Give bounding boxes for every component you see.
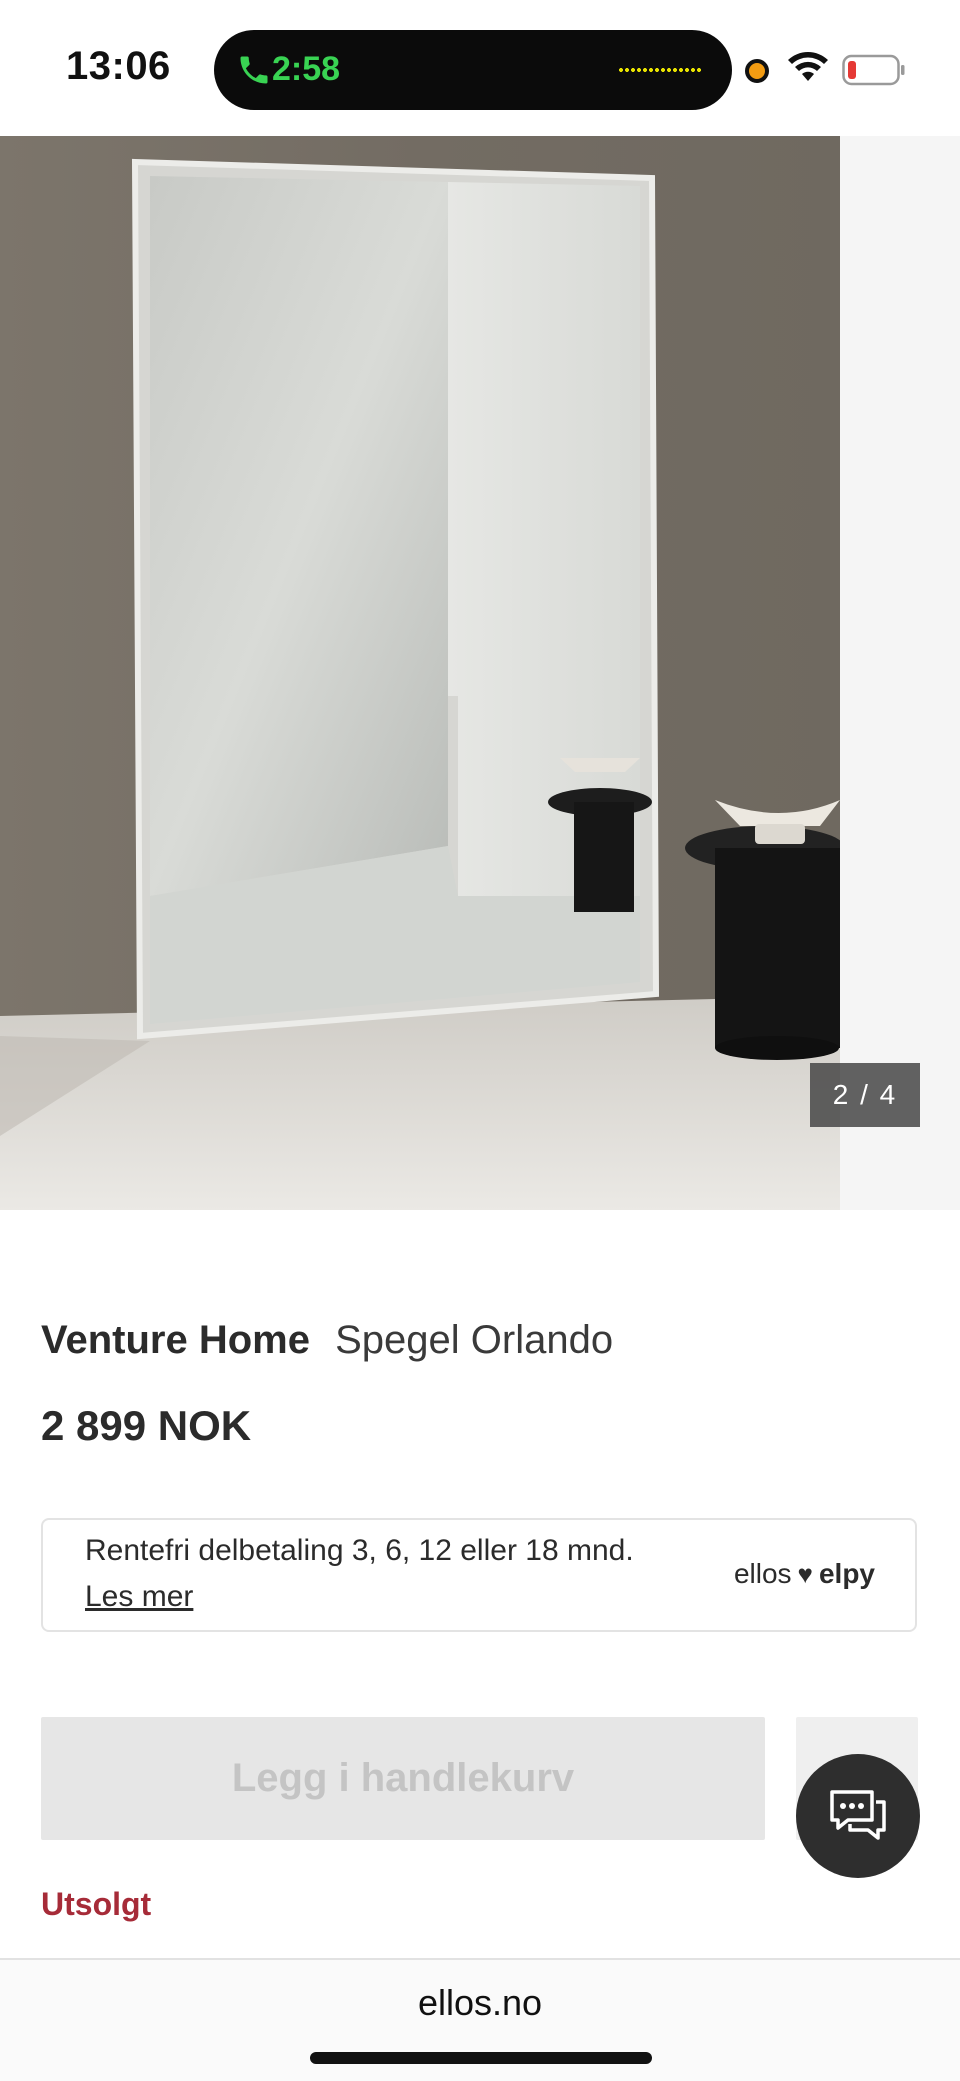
status-bar: 13:06 2:58 — [0, 0, 960, 136]
heart-icon: ♥ — [797, 1559, 813, 1589]
ellos-elpy-logo: ellos ♥ elpy — [734, 1558, 875, 1590]
recording-dot-icon — [745, 59, 769, 83]
battery-low-icon — [842, 54, 905, 86]
url-text[interactable]: ellos.no — [0, 1982, 960, 2024]
product-image[interactable] — [0, 136, 840, 1210]
product-gallery[interactable]: 2 / 4 — [0, 136, 960, 1210]
phone-icon — [240, 56, 268, 84]
chat-button[interactable] — [796, 1754, 920, 1878]
active-call-pill[interactable]: 2:58 — [214, 30, 732, 110]
payment-info-box: Rentefri delbetaling 3, 6, 12 eller 18 m… — [41, 1518, 917, 1632]
product-price: 2 899 NOK — [41, 1402, 252, 1449]
product-name: Spegel Orlando — [335, 1318, 614, 1362]
image-counter: 2 / 4 — [810, 1063, 920, 1127]
audio-waveform-icon — [618, 67, 702, 73]
status-time: 13:06 — [66, 44, 171, 88]
read-more-link[interactable]: Les mer — [85, 1580, 193, 1614]
chat-icon — [830, 1790, 886, 1840]
product-brand[interactable]: Venture Home — [41, 1318, 310, 1362]
ellos-logo-text: ellos — [733, 1558, 792, 1589]
sold-out-status: Utsolgt — [41, 1886, 152, 1922]
home-indicator[interactable] — [310, 2052, 652, 2064]
call-timer: 2:58 — [272, 50, 341, 88]
add-to-cart-button[interactable]: Legg i handlekurv — [41, 1717, 765, 1840]
installment-text: Rentefri delbetaling 3, 6, 12 eller 18 m… — [85, 1534, 634, 1567]
browser-address-bar[interactable]: ellos.no — [0, 1958, 960, 2081]
elpy-logo-text: elpy — [818, 1558, 875, 1589]
product-title: Venture Home Spegel Orlando — [41, 1318, 613, 1363]
wifi-icon — [788, 52, 828, 81]
